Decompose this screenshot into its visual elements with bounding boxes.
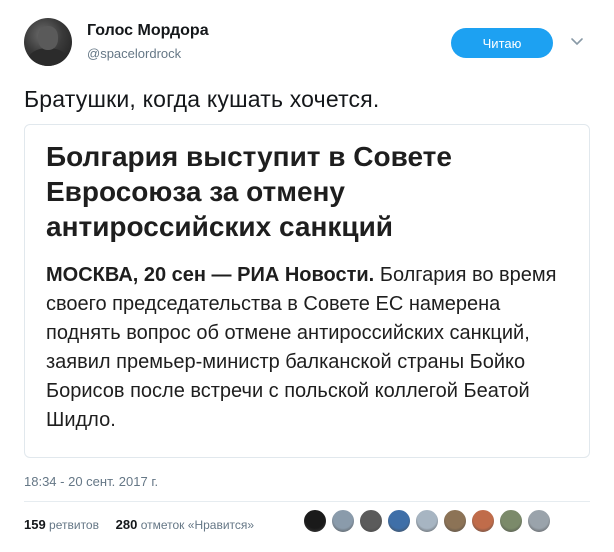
user-avatar[interactable] (24, 18, 72, 66)
liker-avatar[interactable] (471, 509, 495, 533)
card-body-text: Болгария во время своего председательств… (46, 264, 557, 431)
tweet-text: Братушки, когда кушать хочется. (24, 86, 380, 112)
card-headline: Болгария выступит в Совете Евросоюза за … (46, 141, 452, 242)
user-handle[interactable]: @spacelordrock (87, 46, 181, 61)
liker-avatar[interactable] (359, 509, 383, 533)
liker-avatar[interactable] (415, 509, 439, 533)
divider (24, 501, 590, 502)
news-card[interactable]: Болгария выступит в Совете Евросоюза за … (24, 124, 590, 458)
liker-avatar[interactable] (387, 509, 411, 533)
tweet-stats: 159 ретвитов 280 отметок «Нравится» (24, 517, 254, 532)
tweet-timestamp[interactable]: 18:34 - 20 сент. 2017 г. (24, 474, 158, 489)
follow-button[interactable]: Читаю (451, 28, 553, 58)
liker-avatar[interactable] (527, 509, 551, 533)
display-name[interactable]: Голос Мордора (87, 22, 209, 40)
retweets-count[interactable]: 159 (24, 517, 46, 532)
retweets-label[interactable]: ретвитов (49, 518, 99, 532)
avatar-face (38, 26, 58, 50)
card-lead: МОСКВА, 20 сен — РИА Новости. (46, 264, 375, 286)
avatar-shoulders (28, 48, 68, 66)
liker-avatar[interactable] (331, 509, 355, 533)
chevron-down-icon[interactable] (570, 35, 584, 49)
liker-avatar[interactable] (443, 509, 467, 533)
liker-avatars (303, 509, 555, 537)
likes-label[interactable]: отметок «Нравится» (141, 518, 254, 532)
likes-count[interactable]: 280 (116, 517, 138, 532)
liker-avatar[interactable] (499, 509, 523, 533)
card-body: МОСКВА, 20 сен — РИА Новости. Болгария в… (46, 261, 576, 435)
tweet-header: Голос Мордора @spacelordrock Читаю (0, 0, 614, 80)
liker-avatar[interactable] (303, 509, 327, 533)
